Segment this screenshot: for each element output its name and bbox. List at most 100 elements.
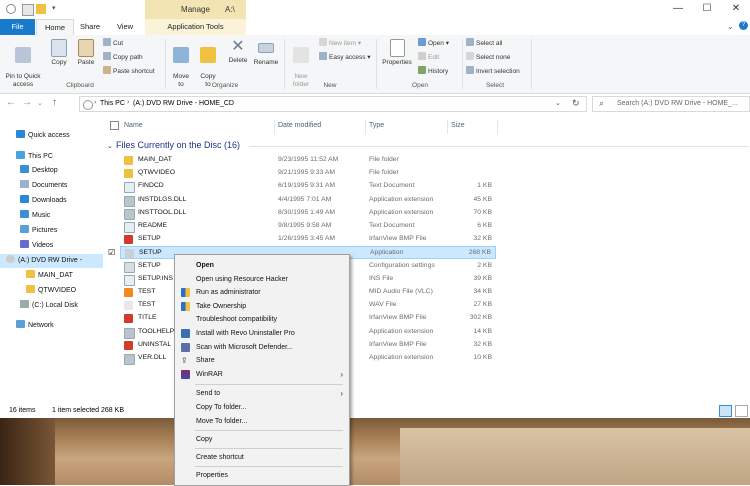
select-all-checkbox[interactable] [110,121,119,130]
address-bar[interactable]: › This PC › (A:) DVD RW Drive - HOME_CD … [79,96,587,112]
menu-run-as-admin[interactable]: Run as administrator [175,286,349,299]
invert-selection-button[interactable]: Invert selection [466,66,520,76]
column-header-name[interactable]: Name [124,122,143,129]
cell-name: INSTTOOL.DLL [138,208,187,216]
select-all-button[interactable]: Select all [466,38,502,48]
menu-scan-defender[interactable]: Scan with Microsoft Defender... [175,341,349,354]
nav-item-desktop[interactable]: Desktop [20,164,58,178]
help-icon[interactable]: ? [739,21,748,30]
delete-button[interactable]: ✕ Delete [225,39,251,65]
paste-button[interactable]: Paste [74,39,98,67]
paste-shortcut-button[interactable]: Paste shortcut [103,66,155,76]
large-icons-view-icon[interactable] [735,405,748,417]
menu-create-shortcut[interactable]: Create shortcut [175,451,349,464]
menu-troubleshoot[interactable]: Troubleshoot compatibility [175,313,349,326]
nav-item-local-disk[interactable]: (C:) Local Disk [20,299,78,313]
details-view-icon[interactable] [719,405,732,417]
group-collapse-icon[interactable]: ⌄ [107,142,113,150]
table-row[interactable]: SETUP 1/26/1995 3:45 AM IrfanView BMP File… [120,233,496,246]
nav-item-dvd-drive[interactable]: (A:) DVD RW Drive - [6,254,82,268]
tab-home[interactable]: Home [36,19,74,36]
edit-label: Edit [428,54,440,61]
nav-label: Videos [32,242,54,249]
rename-button[interactable]: Rename [252,39,280,67]
group-header[interactable]: Files Currently on the Disc (16) [116,140,240,150]
menu-take-ownership[interactable]: Take Ownership [175,300,349,313]
refresh-icon[interactable]: ↻ [572,98,580,109]
menu-open-resource-hacker[interactable]: Open using Resource Hacker [175,273,349,286]
menu-share[interactable]: ⇪ Share [175,354,349,367]
up-icon[interactable]: ↑ [52,97,57,108]
column-header-date[interactable]: Date modified [278,122,321,129]
ribbon-separator [284,39,285,89]
open-button[interactable]: Open ▾ [418,38,449,48]
recent-locations-icon[interactable]: ⌄ [37,99,43,107]
menu-label: Send to [196,390,221,397]
table-row[interactable]: README 9/8/1995 9:58 AM Text Document 6 KB [120,220,496,233]
nav-item-network[interactable]: Network [16,319,54,333]
tab-share[interactable]: Share [74,19,106,35]
cell-type: Text Document [369,222,415,229]
pin-quick-access-button[interactable]: Pin to Quick access [3,39,43,89]
nav-item-music[interactable]: Music [20,209,50,223]
breadcrumb-drive[interactable]: (A:) DVD RW Drive - HOME_CD [133,100,234,107]
breadcrumb-this-pc[interactable]: This PC [100,100,125,107]
minimize-icon[interactable]: — [668,3,688,14]
table-row[interactable]: INSTTOOL.DLL 8/30/1995 1:49 AM Application… [120,207,496,220]
menu-open[interactable]: Open [175,259,349,272]
move-to-button[interactable]: Move to [169,39,193,89]
column-header-size[interactable]: Size [451,122,465,129]
cell-name: SETUP [138,235,161,243]
nav-item-quick-access[interactable]: Quick access [16,129,70,143]
properties-qa-icon[interactable] [22,4,34,16]
new-item-label: New item [329,40,357,47]
table-row[interactable]: INSTDLGS.DLL 4/4/1995 7:01 AM Application … [120,194,496,207]
table-row[interactable]: QTWVIDEO 9/21/1995 9:33 AM File folder [120,167,496,180]
menu-label: Move To folder... [196,418,248,425]
address-dropdown-icon[interactable]: ⌄ [555,99,561,107]
ribbon-collapse-icon[interactable]: ⌄ [727,22,734,31]
copy-path-button[interactable]: Copy path [103,52,143,62]
select-none-button[interactable]: Select none [466,52,510,62]
table-row[interactable]: FINDCD 6/19/1995 9:31 AM Text Document 1 KB [120,180,496,194]
menu-send-to[interactable]: Send to › [175,387,349,400]
copy-button[interactable]: Copy [47,39,71,67]
back-icon[interactable]: ← [6,97,16,108]
column-header-type[interactable]: Type [369,122,384,129]
new-item-button[interactable]: New item ▾ [319,38,361,48]
select-all-label: Select all [476,40,503,47]
row-checkbox-icon[interactable]: ☑ [108,248,115,257]
close-icon[interactable]: ✕ [726,3,746,14]
customize-qa-icon[interactable]: ▾ [52,4,62,14]
new-folder-qa-icon[interactable] [36,4,46,14]
nav-item-qtwvideo[interactable]: QTWVIDEO [26,284,76,298]
menu-winrar[interactable]: WinRAR › [175,368,349,381]
menu-label: Create shortcut [196,454,244,461]
properties-button[interactable]: Properties [380,39,414,67]
table-row[interactable]: MAIN_DAT 9/23/1995 11:52 AM File folder [120,154,496,167]
breadcrumb-separator-icon: › [127,99,130,106]
nav-item-main-dat[interactable]: MAIN_DAT [26,269,73,283]
menu-copy[interactable]: Copy [175,433,349,446]
menu-properties[interactable]: Properties [175,469,349,482]
cut-button[interactable]: Cut [103,38,123,48]
nav-item-this-pc[interactable]: This PC [16,150,53,164]
submenu-arrow-icon: › [340,389,343,398]
menu-label: Install with Revo Uninstaller Pro [196,330,295,337]
nav-item-videos[interactable]: Videos [20,239,53,253]
menu-move-to-folder[interactable]: Move To folder... [175,415,349,428]
tab-view[interactable]: View [108,19,142,35]
search-input[interactable]: ⌕ Search (A:) DVD RW Drive - HOME_... [592,96,750,112]
forward-icon[interactable]: → [22,97,32,108]
tab-file[interactable]: File [0,19,35,35]
nav-item-documents[interactable]: Documents [20,179,67,193]
history-button[interactable]: History [418,66,448,76]
edit-button[interactable]: Edit [418,52,439,62]
easy-access-button[interactable]: Easy access ▾ [319,52,371,62]
tab-application-tools[interactable]: Application Tools [145,19,246,35]
menu-copy-to-folder[interactable]: Copy To folder... [175,401,349,414]
nav-item-downloads[interactable]: Downloads [20,194,67,208]
maximize-icon[interactable]: ☐ [697,3,717,14]
nav-item-pictures[interactable]: Pictures [20,224,57,238]
menu-install-revo[interactable]: Install with Revo Uninstaller Pro [175,327,349,340]
